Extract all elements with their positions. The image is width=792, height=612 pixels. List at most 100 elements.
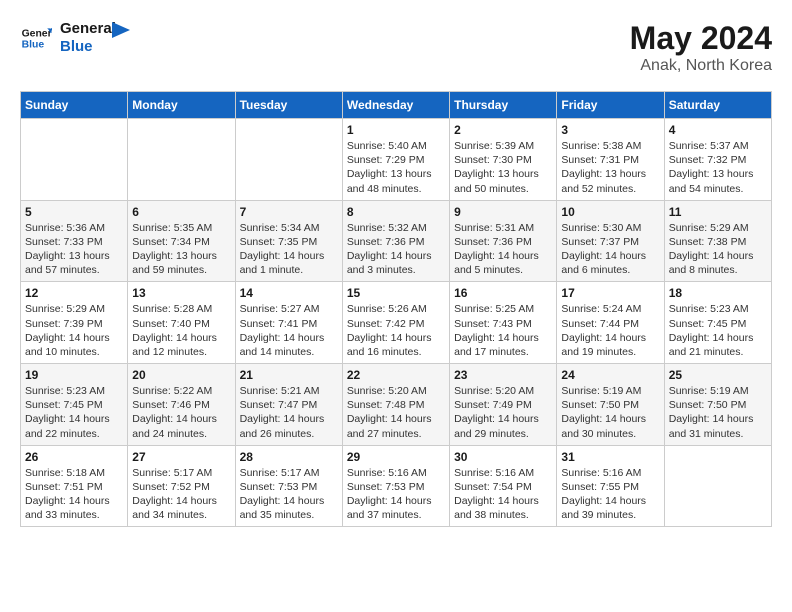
day-cell-9: 9 Sunrise: 5:31 AMSunset: 7:36 PMDaylight… (450, 200, 557, 282)
day-info: Sunrise: 5:16 AMSunset: 7:53 PMDaylight:… (347, 466, 445, 523)
day-number: 26 (25, 450, 123, 464)
day-number: 14 (240, 286, 338, 300)
calendar-table: SundayMondayTuesdayWednesdayThursdayFrid… (20, 91, 772, 527)
day-info: Sunrise: 5:20 AMSunset: 7:49 PMDaylight:… (454, 384, 552, 441)
day-number: 21 (240, 368, 338, 382)
day-info: Sunrise: 5:39 AMSunset: 7:30 PMDaylight:… (454, 139, 552, 196)
day-number: 27 (132, 450, 230, 464)
day-number: 25 (669, 368, 767, 382)
day-info: Sunrise: 5:18 AMSunset: 7:51 PMDaylight:… (25, 466, 123, 523)
day-cell-1: 1Sunrise: 5:40 AMSunset: 7:29 PMDaylight… (342, 119, 449, 201)
header-tuesday: Tuesday (235, 92, 342, 119)
day-info: Sunrise: 5:37 AMSunset: 7:32 PMDaylight:… (669, 139, 767, 196)
day-number: 9 (454, 205, 552, 219)
day-info: Sunrise: 5:16 AMSunset: 7:54 PMDaylight:… (454, 466, 552, 523)
day-info: Sunrise: 5:28 AMSunset: 7:40 PMDaylight:… (132, 302, 230, 359)
day-cell-21: 21 Sunrise: 5:21 AMSunset: 7:47 PMDayligh… (235, 364, 342, 446)
day-cell-11: 11Sunrise: 5:29 AMSunset: 7:38 PMDayligh… (664, 200, 771, 282)
empty-cell (21, 119, 128, 201)
day-cell-29: 29 Sunrise: 5:16 AMSunset: 7:53 PMDayligh… (342, 445, 449, 527)
week-row-2: 12 Sunrise: 5:29 AMSunset: 7:39 PMDayligh… (21, 282, 772, 364)
day-number: 13 (132, 286, 230, 300)
svg-text:General: General (22, 28, 52, 39)
day-info: Sunrise: 5:32 AMSunset: 7:36 PMDaylight:… (347, 221, 445, 278)
day-number: 24 (561, 368, 659, 382)
logo-flag-icon (112, 22, 134, 44)
day-cell-18: 18 Sunrise: 5:23 AMSunset: 7:45 PMDayligh… (664, 282, 771, 364)
day-number: 5 (25, 205, 123, 219)
day-number: 30 (454, 450, 552, 464)
day-cell-15: 15 Sunrise: 5:26 AMSunset: 7:42 PMDayligh… (342, 282, 449, 364)
day-number: 12 (25, 286, 123, 300)
day-cell-5: 5Sunrise: 5:36 AMSunset: 7:33 PMDaylight… (21, 200, 128, 282)
day-number: 7 (240, 205, 338, 219)
day-number: 23 (454, 368, 552, 382)
day-cell-28: 28 Sunrise: 5:17 AMSunset: 7:53 PMDayligh… (235, 445, 342, 527)
header-friday: Friday (557, 92, 664, 119)
day-info: Sunrise: 5:26 AMSunset: 7:42 PMDaylight:… (347, 302, 445, 359)
day-cell-25: 25 Sunrise: 5:19 AMSunset: 7:50 PMDayligh… (664, 364, 771, 446)
day-info: Sunrise: 5:29 AMSunset: 7:39 PMDaylight:… (25, 302, 123, 359)
day-cell-27: 27 Sunrise: 5:17 AMSunset: 7:52 PMDayligh… (128, 445, 235, 527)
page-header: General Blue General Blue May 2024 Anak,… (20, 20, 772, 75)
calendar-body: 1Sunrise: 5:40 AMSunset: 7:29 PMDaylight… (21, 119, 772, 527)
svg-text:Blue: Blue (22, 40, 45, 51)
day-number: 8 (347, 205, 445, 219)
day-number: 28 (240, 450, 338, 464)
week-row-1: 5Sunrise: 5:36 AMSunset: 7:33 PMDaylight… (21, 200, 772, 282)
day-info: Sunrise: 5:16 AMSunset: 7:55 PMDaylight:… (561, 466, 659, 523)
day-info: Sunrise: 5:23 AMSunset: 7:45 PMDaylight:… (669, 302, 767, 359)
day-number: 17 (561, 286, 659, 300)
calendar-header: SundayMondayTuesdayWednesdayThursdayFrid… (21, 92, 772, 119)
day-info: Sunrise: 5:22 AMSunset: 7:46 PMDaylight:… (132, 384, 230, 441)
day-info: Sunrise: 5:19 AMSunset: 7:50 PMDaylight:… (669, 384, 767, 441)
day-info: Sunrise: 5:31 AMSunset: 7:36 PMDaylight:… (454, 221, 552, 278)
empty-cell (128, 119, 235, 201)
header-sunday: Sunday (21, 92, 128, 119)
day-cell-19: 19Sunrise: 5:23 AMSunset: 7:45 PMDayligh… (21, 364, 128, 446)
logo-blue: Blue (60, 38, 116, 56)
day-number: 16 (454, 286, 552, 300)
day-info: Sunrise: 5:24 AMSunset: 7:44 PMDaylight:… (561, 302, 659, 359)
empty-cell (664, 445, 771, 527)
day-cell-2: 2 Sunrise: 5:39 AMSunset: 7:30 PMDaylight… (450, 119, 557, 201)
day-cell-14: 14Sunrise: 5:27 AMSunset: 7:41 PMDayligh… (235, 282, 342, 364)
header-row: SundayMondayTuesdayWednesdayThursdayFrid… (21, 92, 772, 119)
empty-cell (235, 119, 342, 201)
day-cell-4: 4Sunrise: 5:37 AMSunset: 7:32 PMDaylight… (664, 119, 771, 201)
day-info: Sunrise: 5:21 AMSunset: 7:47 PMDaylight:… (240, 384, 338, 441)
header-monday: Monday (128, 92, 235, 119)
header-saturday: Saturday (664, 92, 771, 119)
day-cell-6: 6Sunrise: 5:35 AMSunset: 7:34 PMDaylight… (128, 200, 235, 282)
week-row-4: 26 Sunrise: 5:18 AMSunset: 7:51 PMDayligh… (21, 445, 772, 527)
day-number: 2 (454, 123, 552, 137)
day-number: 10 (561, 205, 659, 219)
day-number: 18 (669, 286, 767, 300)
header-thursday: Thursday (450, 92, 557, 119)
day-number: 1 (347, 123, 445, 137)
day-info: Sunrise: 5:17 AMSunset: 7:53 PMDaylight:… (240, 466, 338, 523)
day-cell-22: 22 Sunrise: 5:20 AMSunset: 7:48 PMDayligh… (342, 364, 449, 446)
day-number: 20 (132, 368, 230, 382)
day-info: Sunrise: 5:25 AMSunset: 7:43 PMDaylight:… (454, 302, 552, 359)
day-number: 29 (347, 450, 445, 464)
day-cell-23: 23 Sunrise: 5:20 AMSunset: 7:49 PMDayligh… (450, 364, 557, 446)
month-title: May 2024 (630, 20, 772, 57)
day-info: Sunrise: 5:20 AMSunset: 7:48 PMDaylight:… (347, 384, 445, 441)
location: Anak, North Korea (630, 57, 772, 75)
day-number: 22 (347, 368, 445, 382)
day-cell-30: 30 Sunrise: 5:16 AMSunset: 7:54 PMDayligh… (450, 445, 557, 527)
day-info: Sunrise: 5:17 AMSunset: 7:52 PMDaylight:… (132, 466, 230, 523)
logo-icon: General Blue (20, 22, 52, 54)
logo-general: General (60, 20, 116, 38)
day-cell-20: 20 Sunrise: 5:22 AMSunset: 7:46 PMDayligh… (128, 364, 235, 446)
day-cell-3: 3Sunrise: 5:38 AMSunset: 7:31 PMDaylight… (557, 119, 664, 201)
day-number: 31 (561, 450, 659, 464)
header-wednesday: Wednesday (342, 92, 449, 119)
day-number: 15 (347, 286, 445, 300)
day-cell-31: 31 Sunrise: 5:16 AMSunset: 7:55 PMDayligh… (557, 445, 664, 527)
day-info: Sunrise: 5:35 AMSunset: 7:34 PMDaylight:… (132, 221, 230, 278)
day-info: Sunrise: 5:34 AMSunset: 7:35 PMDaylight:… (240, 221, 338, 278)
day-cell-8: 8 Sunrise: 5:32 AMSunset: 7:36 PMDaylight… (342, 200, 449, 282)
title-block: May 2024 Anak, North Korea (630, 20, 772, 75)
